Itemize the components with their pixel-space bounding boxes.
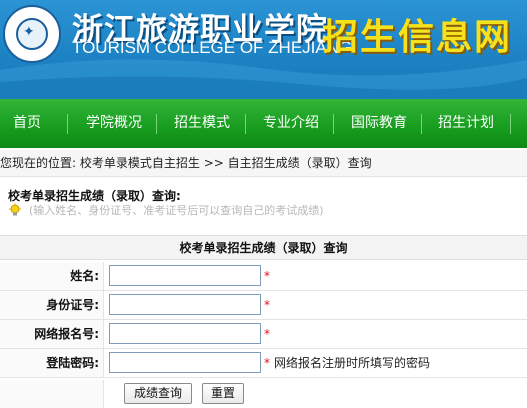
name-input[interactable]	[109, 265, 261, 286]
nav-divider	[333, 114, 334, 134]
form-row-id-number: 身份证号: *	[0, 291, 527, 320]
college-logo: ✦	[3, 5, 61, 63]
breadcrumb-prefix: 您现在的位置:	[0, 156, 77, 170]
score-query-form: 校考单录招生成绩（录取）查询 姓名: * 身份证号: * 网络报名号: * 登陆…	[0, 235, 527, 408]
nav-divider	[156, 114, 157, 134]
password-label: 登陆密码:	[0, 349, 104, 377]
header-banner: ✦ 浙江旅游职业学院 TOURISM COLLEGE OF ZHEJIANG 招…	[0, 0, 527, 99]
form-row-password: 登陆密码: * 网络报名注册时所填写的密码	[0, 349, 527, 378]
required-mark: *	[264, 269, 270, 283]
required-mark: *	[264, 298, 270, 312]
nav-divider	[245, 114, 246, 134]
actions-label-cell	[0, 380, 104, 408]
form-actions: 成绩查询 重置	[0, 380, 527, 408]
nav-item-international[interactable]: 国际教育	[351, 99, 407, 148]
password-note: 网络报名注册时所填写的密码	[274, 356, 431, 370]
id-number-input[interactable]	[109, 294, 261, 315]
notice-hint: (输入姓名、身份证号、准考证号后可以查询自己的考试成绩)	[29, 204, 324, 217]
nav-item-about[interactable]: 学院概况	[86, 99, 142, 148]
nav-item-enrollment-plan[interactable]: 招生计划	[438, 99, 494, 148]
nav-divider	[421, 114, 422, 134]
site-slogan: 招生信息网	[322, 16, 513, 58]
nav-item-majors[interactable]: 专业介绍	[263, 99, 319, 148]
id-number-label: 身份证号:	[0, 291, 104, 319]
nav-divider	[67, 114, 68, 134]
name-label: 姓名:	[0, 262, 104, 290]
nav-item-home[interactable]: 首页	[13, 99, 41, 148]
reset-button[interactable]: 重置	[202, 383, 244, 404]
required-mark: *	[264, 327, 270, 341]
main-nav: 首页 学院概况 招生模式 专业介绍 国际教育 招生计划	[0, 99, 527, 148]
form-heading: 校考单录招生成绩（录取）查询	[0, 235, 527, 260]
star-icon: ✦	[23, 24, 35, 40]
nav-item-admission-mode[interactable]: 招生模式	[174, 99, 230, 148]
query-notice: 校考单录招生成绩（录取）查询: (输入姓名、身份证号、准考证号后可以查询自己的考…	[0, 182, 527, 222]
registration-number-input[interactable]	[109, 323, 261, 344]
lightbulb-icon	[9, 203, 21, 216]
registration-number-label: 网络报名号:	[0, 320, 104, 348]
breadcrumb-separator: >>	[203, 156, 224, 170]
required-mark: *	[264, 356, 270, 370]
form-row-registration-number: 网络报名号: *	[0, 320, 527, 349]
nav-divider	[510, 114, 511, 134]
query-score-button[interactable]: 成绩查询	[124, 383, 192, 404]
form-row-name: 姓名: *	[0, 262, 527, 291]
password-input[interactable]	[109, 352, 261, 373]
college-name-en: TOURISM COLLEGE OF ZHEJIANG	[72, 38, 353, 57]
breadcrumb: 您现在的位置: 校考单录模式自主招生 >> 自主招生成绩（录取）查询	[0, 150, 527, 177]
breadcrumb-current: 自主招生成绩（录取）查询	[227, 156, 372, 170]
breadcrumb-link-independent-admission[interactable]: 校考单录模式自主招生	[80, 156, 200, 170]
